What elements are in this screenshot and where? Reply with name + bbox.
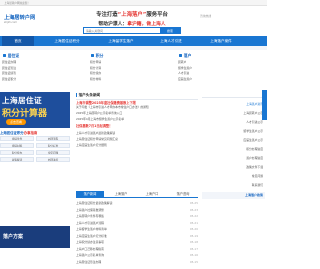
list-date: 05-18 (189, 240, 198, 244)
nav-overseas-student[interactable]: 上海留学生落户 (100, 36, 142, 46)
hotline: 咨询热线 (200, 14, 212, 18)
right-link[interactable]: 落户办理进度 (246, 156, 263, 160)
news-item[interactable]: 2025年4月上海市留学生落户公示名单 (76, 117, 198, 122)
news-item[interactable]: 社保基数7月1日起调整！ (76, 124, 198, 129)
list-item[interactable]: 上海人才引进落户流程 05-21 (76, 220, 198, 226)
nav-settle-cases[interactable]: 上海落户案件 (200, 36, 242, 46)
category-link[interactable]: 居住证积分 (2, 77, 86, 83)
right-header-line (202, 92, 265, 98)
list-date: 05-22 (189, 214, 198, 218)
search-box: 搜索 (83, 27, 181, 34)
list-date: 05-15 (189, 259, 198, 264)
list-item[interactable]: 上海留学生落户材料清单 05-20 (76, 226, 198, 232)
news-panel-title: 落户头条新闻 (76, 92, 100, 98)
points-icon (91, 53, 95, 58)
guide-chip[interactable]: 办理进度 (36, 157, 70, 162)
right-link[interactable]: 政策文件下载 (246, 165, 263, 169)
tab-shanghai-settle[interactable]: 上海落户 (107, 191, 135, 198)
category-link[interactable]: 积分材料 (90, 77, 174, 83)
list-item[interactable]: 上海落户公示名单查询 05-16 (76, 252, 198, 258)
right-link[interactable]: 人才引进公示 (246, 120, 263, 124)
category-title: 居住证 (2, 52, 19, 59)
nav-residence-points[interactable]: 上海居住证积分 (46, 36, 88, 46)
guide-chip[interactable]: 办理流程 (36, 136, 70, 141)
list-date: 05-17 (189, 246, 198, 251)
points-calculator-banner[interactable]: 上海居住证 积分计算器 点击查看 (0, 92, 70, 128)
right-link[interactable]: 留学生落户公示 (243, 129, 263, 133)
logo-subtext: shjzh.com (4, 21, 18, 24)
right-column: 上海落户资讯 上海居转户公示 人才引进公示 留学生落户公示 应届生落户公示 积分… (202, 92, 265, 269)
list-date: 05-19 (189, 233, 198, 238)
category-points: 积分 积分申请 积分计算 积分续办 积分材料 (90, 52, 174, 90)
site-header: 上海居转户网 shjzh.com 专注打造“上海落户”服务平台 帮助沪漂人：拿沪… (0, 6, 267, 36)
home-icon (179, 53, 183, 58)
site-logo[interactable]: 上海居转户网 shjzh.com (4, 12, 50, 26)
list-item[interactable]: 上海积分续办注意事项 05-18 (76, 239, 198, 245)
category-residence: 居住证 居住证办理 居住证签注 居住证续签 居住证积分 (2, 52, 86, 90)
list-date: 05-16 (189, 253, 198, 257)
guide-chip[interactable]: 申请条件 (0, 136, 34, 141)
right-link[interactable]: 积分办理进度 (246, 147, 263, 151)
news-item[interactable]: 上海人才引进落户最新政策解读 (76, 131, 198, 136)
banner-subtitle: 积分计算器 (2, 109, 48, 119)
left-column: 上海居住证 积分计算器 点击查看 上海居住证积分办事指南 申请条件 办理流程 申… (0, 92, 72, 269)
news-item[interactable]: 上海应届生落户打分细则 (76, 143, 198, 148)
main-column: 落户头条新闻 上海市调整2025年度社保缴费基数上下限 关于印发《上海市引进人才… (76, 92, 198, 269)
list-item[interactable]: 上海落户社保基数调整 05-23 (76, 207, 198, 213)
settle-plan-banner[interactable]: 落户方案 (0, 226, 70, 248)
logo-text: 上海居转户网 (4, 15, 36, 21)
category-title: 积分 (90, 52, 103, 59)
id-card-icon (3, 53, 7, 58)
tab-consult[interactable]: 落户咨询 (169, 191, 197, 198)
guide-chip[interactable]: 申请材料 (0, 143, 34, 148)
news-item[interactable]: 2025年上海居转户公示名单查询入口 (76, 111, 198, 116)
news-item[interactable]: 关于印发《上海市引进人才申办本市常住户口办法》的通知 (76, 105, 198, 110)
news-tabs: 落户新闻 上海落户 上海户口 落户咨询 (76, 190, 198, 198)
list-item[interactable]: 上海户口迁移办理指南 05-17 (76, 246, 198, 252)
banner-view-button[interactable]: 点击查看 (6, 119, 26, 125)
policy-box-title[interactable]: 上海落户政策 (202, 192, 265, 199)
guide-chip[interactable]: 积分续办 (0, 150, 34, 155)
category-title: 落户 (178, 52, 191, 59)
main-nav: 首页 上海居住证积分 上海留学生落户 上海人才引进 上海落户案件 (0, 36, 267, 46)
list-item[interactable]: 上海居转户条件有哪些 05-22 (76, 213, 198, 219)
nav-sub-strip (0, 46, 267, 50)
nav-talent-intro[interactable]: 上海人才引进 (152, 36, 190, 46)
top-notice: 上海居转户网欢迎您！ (4, 2, 30, 6)
settle-plan-label: 落户方案 (3, 234, 24, 240)
tab-news[interactable]: 落户新闻 (76, 191, 104, 198)
right-link[interactable]: 上海落户资讯 (246, 102, 263, 106)
right-link[interactable]: 联系我们 (252, 183, 263, 187)
tab-shanghai-hukou[interactable]: 上海户口 (138, 191, 166, 198)
banner-title: 上海居住证 (2, 96, 42, 105)
list-date: 05-20 (189, 227, 198, 231)
news-item[interactable]: 上海居住证积分申请常见问题汇总 (76, 137, 198, 142)
floating-side-bar[interactable] (262, 90, 267, 120)
list-date: 05-25 (189, 201, 198, 205)
right-link[interactable]: 常见问题 (252, 174, 263, 178)
list-item[interactable]: 上海居住证签注办理 05-15 (76, 259, 198, 265)
right-link[interactable]: 应届生落户公示 (243, 138, 263, 142)
list-date: 05-23 (189, 207, 198, 212)
title-bar-icon (76, 92, 78, 97)
search-button[interactable]: 搜索 (160, 28, 180, 34)
guide-heading: 上海居住证积分办事指南 (0, 131, 38, 135)
category-row: 居住证 居住证办理 居住证签注 居住证续签 居住证积分 积分 积分申请 积分计算… (0, 52, 267, 90)
slogan: 专注打造“上海落户”服务平台 帮助沪漂人：拿沪籍，做上海人 (83, 10, 181, 27)
guide-chip[interactable]: 常见问题 (36, 150, 70, 155)
guide-chip[interactable]: 积分标准 (36, 143, 70, 148)
guide-chip[interactable]: 政策解读 (0, 157, 34, 162)
category-settle: 落户 居转户 留学生落户 人才引进 应届生落户 (178, 52, 262, 90)
right-link[interactable]: 上海居转户公示 (243, 111, 263, 115)
search-input[interactable] (84, 28, 162, 34)
list-item[interactable]: 上海应届生落户打分标准 05-19 (76, 233, 198, 239)
slogan-line-1: 专注打造“上海落户”服务平台 (96, 12, 168, 18)
list-item[interactable]: 上海居住证积分最新政策解读 05-25 (76, 200, 198, 206)
nav-home[interactable]: 首页 (2, 36, 34, 46)
slogan-line-2: 帮助沪漂人：拿沪籍，做上海人 (98, 21, 166, 27)
category-link[interactable]: 应届生落户 (178, 77, 262, 83)
list-date: 05-21 (189, 220, 198, 225)
